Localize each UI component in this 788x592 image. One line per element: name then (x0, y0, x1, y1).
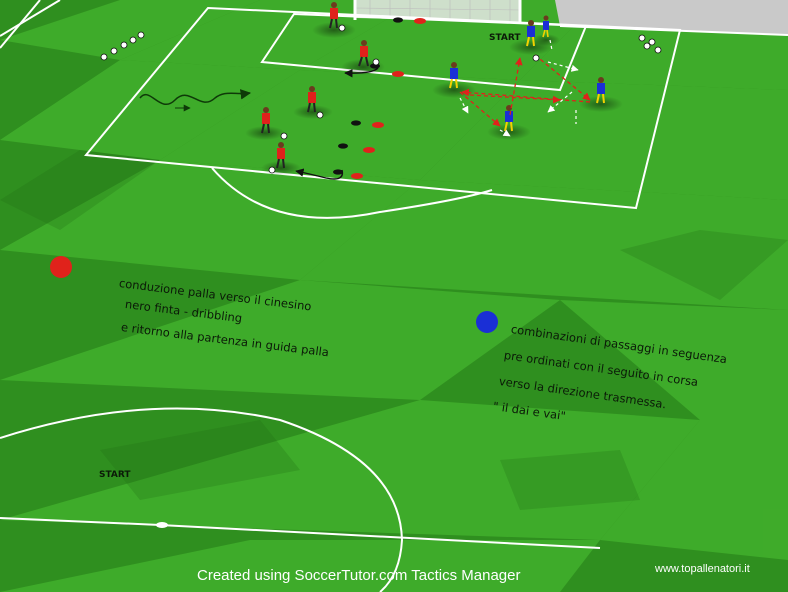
cone-icon (392, 71, 404, 77)
cone-icon (351, 173, 363, 179)
cone-icon (414, 18, 426, 24)
start-label-bottom: START (99, 470, 131, 480)
tactics-board: START START conduzione palla verso il ci… (0, 0, 788, 592)
footer-credit: Created using SoccerTutor.com Tactics Ma… (197, 567, 521, 584)
cone-icon (363, 147, 375, 153)
cone-icon (351, 120, 361, 126)
cone-icon (393, 17, 403, 23)
cone-icon (372, 122, 384, 128)
website-link[interactable]: www.topallenatori.it (655, 563, 750, 575)
red-team-marker-icon (50, 256, 72, 278)
cone-icon (338, 143, 348, 149)
start-label-top: START (489, 33, 521, 43)
cone-icon (333, 169, 343, 175)
pitch-drawing (0, 0, 788, 592)
blue-team-marker-icon (476, 311, 498, 333)
